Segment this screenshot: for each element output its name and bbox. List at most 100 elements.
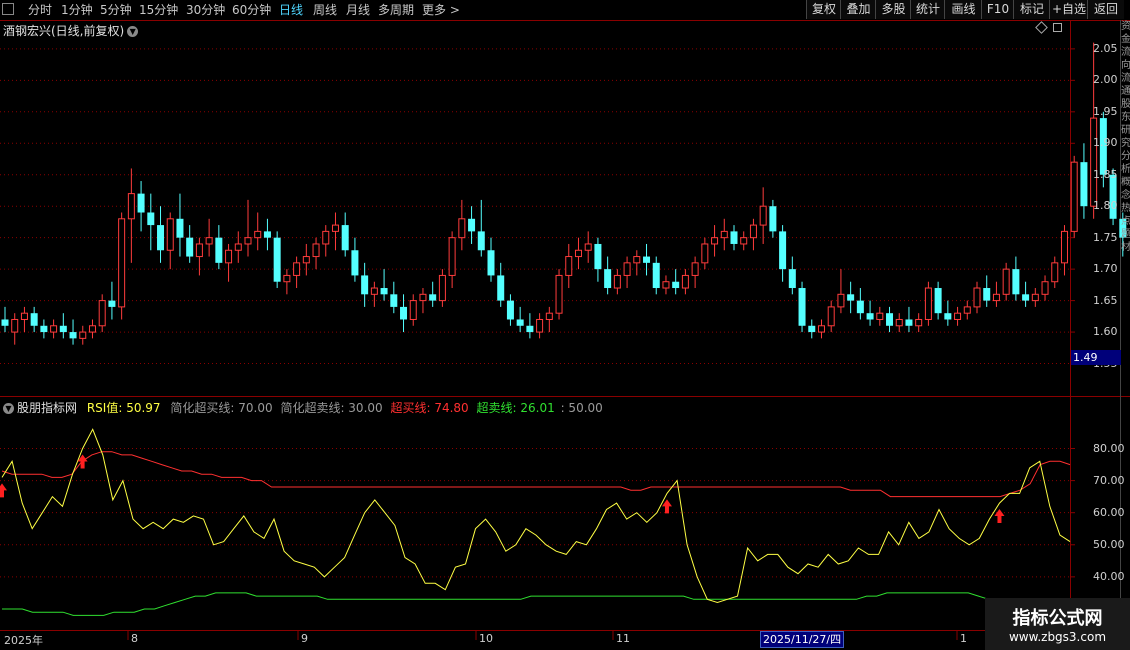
candle-body-10 bbox=[98, 300, 106, 327]
candle-body-42 bbox=[409, 300, 417, 320]
candle-body-96 bbox=[934, 288, 942, 314]
candle-body-93 bbox=[905, 319, 913, 326]
price-tick-7: 1.70 bbox=[1093, 262, 1118, 276]
candle-body-85 bbox=[827, 306, 835, 327]
candle-body-95 bbox=[924, 287, 932, 320]
candle-body-71 bbox=[691, 262, 699, 276]
buy-arrow-0 bbox=[0, 483, 7, 498]
watermark: 指标公式网 www.zbgs3.com bbox=[985, 598, 1130, 650]
candle-body-19 bbox=[186, 237, 194, 257]
candle-body-28 bbox=[273, 237, 281, 282]
x-label-3: 10 bbox=[479, 632, 493, 645]
candle-body-9 bbox=[88, 325, 96, 333]
candle-body-27 bbox=[263, 231, 271, 238]
candle-body-2 bbox=[20, 312, 28, 320]
price-tick-0: 2.05 bbox=[1093, 41, 1118, 55]
chart-canvas[interactable] bbox=[0, 0, 1130, 650]
candle-body-64 bbox=[623, 262, 631, 276]
rsi-tick-3: 50.00 bbox=[1093, 537, 1125, 551]
candle-body-50 bbox=[487, 250, 495, 276]
candle-body-89 bbox=[866, 313, 874, 320]
candle-body-98 bbox=[954, 312, 962, 320]
candle-body-72 bbox=[701, 243, 709, 264]
price-tick-2: 1.95 bbox=[1093, 104, 1118, 118]
candle-body-38 bbox=[370, 287, 378, 295]
indicator-name: 股朋指标网 bbox=[17, 401, 78, 415]
rsi-tick-1: 70.00 bbox=[1093, 473, 1125, 487]
candle-body-12 bbox=[118, 218, 126, 308]
candle-body-41 bbox=[400, 306, 408, 320]
candle-body-29 bbox=[283, 274, 291, 283]
current-price-label: 1.49 bbox=[1071, 350, 1121, 365]
candle-body-23 bbox=[225, 249, 233, 264]
candle-body-20 bbox=[195, 243, 203, 258]
candle-body-21 bbox=[205, 237, 213, 245]
candle-body-49 bbox=[477, 231, 485, 251]
candle-body-22 bbox=[215, 237, 223, 263]
price-tick-4: 1.85 bbox=[1093, 167, 1118, 181]
candle-body-47 bbox=[458, 218, 466, 239]
candle-body-68 bbox=[662, 281, 670, 289]
ob-simple-label: 简化超买线: 70.00 bbox=[170, 401, 273, 415]
candle-body-14 bbox=[137, 193, 145, 213]
candle-body-75 bbox=[730, 231, 738, 244]
candle-body-91 bbox=[886, 313, 894, 326]
candle-body-81 bbox=[788, 269, 796, 289]
candle-body-67 bbox=[652, 262, 660, 289]
candle-body-4 bbox=[40, 325, 48, 333]
candle-body-26 bbox=[254, 230, 262, 239]
x-label-1: 8 bbox=[131, 632, 138, 645]
candle-body-32 bbox=[312, 243, 320, 258]
candle-body-58 bbox=[565, 256, 573, 276]
rsi-label: RSI值: 50.97 bbox=[86, 401, 161, 415]
candle-body-99 bbox=[963, 306, 971, 314]
price-tick-1: 2.00 bbox=[1093, 73, 1118, 87]
x-label-2: 9 bbox=[301, 632, 308, 645]
candle-body-60 bbox=[584, 243, 592, 251]
candle-body-62 bbox=[604, 269, 612, 289]
candle-body-102 bbox=[992, 293, 1000, 302]
overbought-line bbox=[1, 451, 1071, 498]
candle-body-35 bbox=[341, 225, 349, 251]
candle-body-69 bbox=[672, 281, 680, 289]
candle-body-104 bbox=[1012, 269, 1020, 295]
candle-body-94 bbox=[915, 318, 923, 327]
candle-body-43 bbox=[419, 293, 427, 302]
candle-body-70 bbox=[681, 274, 689, 289]
candle-body-111 bbox=[1080, 162, 1088, 207]
price-tick-9: 1.60 bbox=[1093, 325, 1118, 339]
candle-body-8 bbox=[79, 331, 87, 339]
candle-body-83 bbox=[808, 325, 816, 333]
price-tick-5: 1.80 bbox=[1093, 199, 1118, 213]
candle-body-65 bbox=[633, 256, 641, 264]
candle-body-31 bbox=[302, 256, 310, 264]
candle-body-78 bbox=[759, 205, 767, 226]
candle-body-53 bbox=[516, 319, 524, 326]
candle-body-76 bbox=[740, 237, 748, 245]
cursor-date: 2025/11/27/四 bbox=[760, 631, 845, 648]
candle-body-101 bbox=[983, 288, 991, 301]
candle-body-110 bbox=[1070, 161, 1078, 232]
candle-body-80 bbox=[779, 231, 787, 270]
candle-body-45 bbox=[438, 274, 446, 302]
candle-body-51 bbox=[497, 275, 505, 301]
x-label-5: 1 bbox=[960, 632, 967, 645]
candle-body-48 bbox=[468, 218, 476, 232]
watermark-url: www.zbgs3.com bbox=[1008, 630, 1107, 644]
indicator-menu-icon[interactable]: ▼ bbox=[3, 403, 14, 414]
buy-arrow-3 bbox=[994, 509, 1005, 524]
candle-body-34 bbox=[331, 224, 339, 232]
mid-label: : 50.00 bbox=[560, 401, 603, 415]
candle-body-13 bbox=[127, 193, 135, 220]
candle-body-106 bbox=[1031, 293, 1039, 302]
candle-body-39 bbox=[380, 288, 388, 295]
candle-body-90 bbox=[876, 312, 884, 320]
candle-body-74 bbox=[720, 230, 728, 239]
candle-body-77 bbox=[749, 224, 757, 239]
candle-body-57 bbox=[555, 274, 563, 314]
candle-body-92 bbox=[895, 318, 903, 327]
x-label-4: 11 bbox=[616, 632, 630, 645]
candle-body-7 bbox=[69, 332, 77, 339]
rsi-tick-4: 40.00 bbox=[1093, 569, 1125, 583]
candle-body-108 bbox=[1051, 262, 1059, 283]
